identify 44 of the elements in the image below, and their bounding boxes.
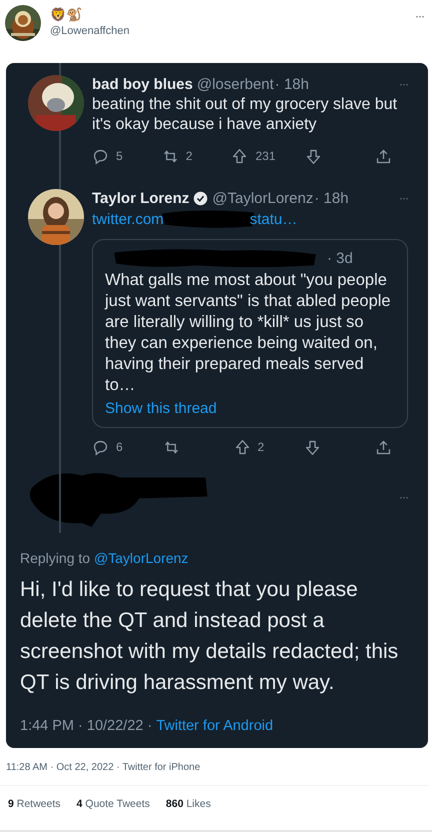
- reply-text: Hi, I'd like to request that you please delete the QT and instead post a screenshot with my details redacted; this QT is driving harassment my way.: [20, 577, 400, 696]
- author-name: Taylor Lorenz: [92, 190, 190, 206]
- more-button[interactable]: ···: [399, 490, 408, 504]
- quoted-tweet[interactable]: [92, 239, 408, 428]
- tweet-time: · 18h: [314, 190, 349, 206]
- retweet-icon[interactable]: [162, 148, 179, 164]
- stat-link[interactable]: 4 Quote Tweets: [76, 798, 150, 810]
- reply-timestamp: 1:44 PM · 10/22/22 ·: [20, 718, 152, 734]
- stat-link[interactable]: 9 Retweets: [8, 798, 61, 810]
- tweet-time: · 18h: [274, 76, 309, 92]
- action-count: 2: [186, 149, 192, 163]
- show-thread-link[interactable]: Show this thread: [105, 400, 397, 417]
- retweet-icon[interactable]: [162, 438, 180, 456]
- quote-time: · 3d: [327, 250, 353, 266]
- source-link[interactable]: Twitter for Android: [156, 718, 274, 734]
- reply-icon[interactable]: [92, 148, 109, 164]
- share-icon[interactable]: [374, 148, 392, 164]
- action-count: 231: [255, 149, 276, 163]
- user-handle: @Lowenaffchen: [50, 24, 130, 38]
- up-arrow-icon[interactable]: [234, 438, 250, 456]
- tweet-text: beating the shit out of my grocery slave but it's okay because i have anxiety: [92, 95, 398, 135]
- quote-text: What galls me most about "you people just want servants" is that abled people are literally willing to *kill* us just so they can experience being waited on, having their prepared meals served to…: [105, 270, 392, 396]
- down-arrow-icon[interactable]: [305, 148, 322, 164]
- more-button[interactable]: ···: [415, 9, 424, 23]
- display-name: 🦁🐒: [50, 6, 83, 24]
- more-button[interactable]: ···: [399, 191, 408, 205]
- reply-icon[interactable]: [92, 438, 109, 456]
- author-handle: @loserbent: [196, 76, 274, 92]
- tweet-link[interactable]: statu…: [250, 210, 298, 228]
- author-handle: @TaylorLorenz: [212, 190, 314, 206]
- verified-badge-icon: [193, 190, 208, 206]
- action-count: 6: [116, 440, 123, 454]
- mention-link[interactable]: @TaylorLorenz: [94, 550, 188, 566]
- replying-to-text: Replying to @TaylorLorenz: [20, 550, 190, 566]
- up-arrow-icon[interactable]: [231, 148, 248, 164]
- stat-link[interactable]: 860 Likes: [166, 798, 211, 810]
- down-arrow-icon[interactable]: [304, 438, 322, 456]
- share-icon[interactable]: [375, 438, 392, 456]
- tweet-link[interactable]: twitter.com: [92, 210, 164, 228]
- action-count: 5: [116, 149, 123, 163]
- tweet-timestamp: 11:28 AM · Oct 22, 2022 · Twitter for iPhone: [0, 748, 428, 786]
- more-button[interactable]: ···: [399, 77, 408, 91]
- action-count: 2: [258, 440, 264, 454]
- author-name: bad boy blues: [92, 76, 193, 92]
